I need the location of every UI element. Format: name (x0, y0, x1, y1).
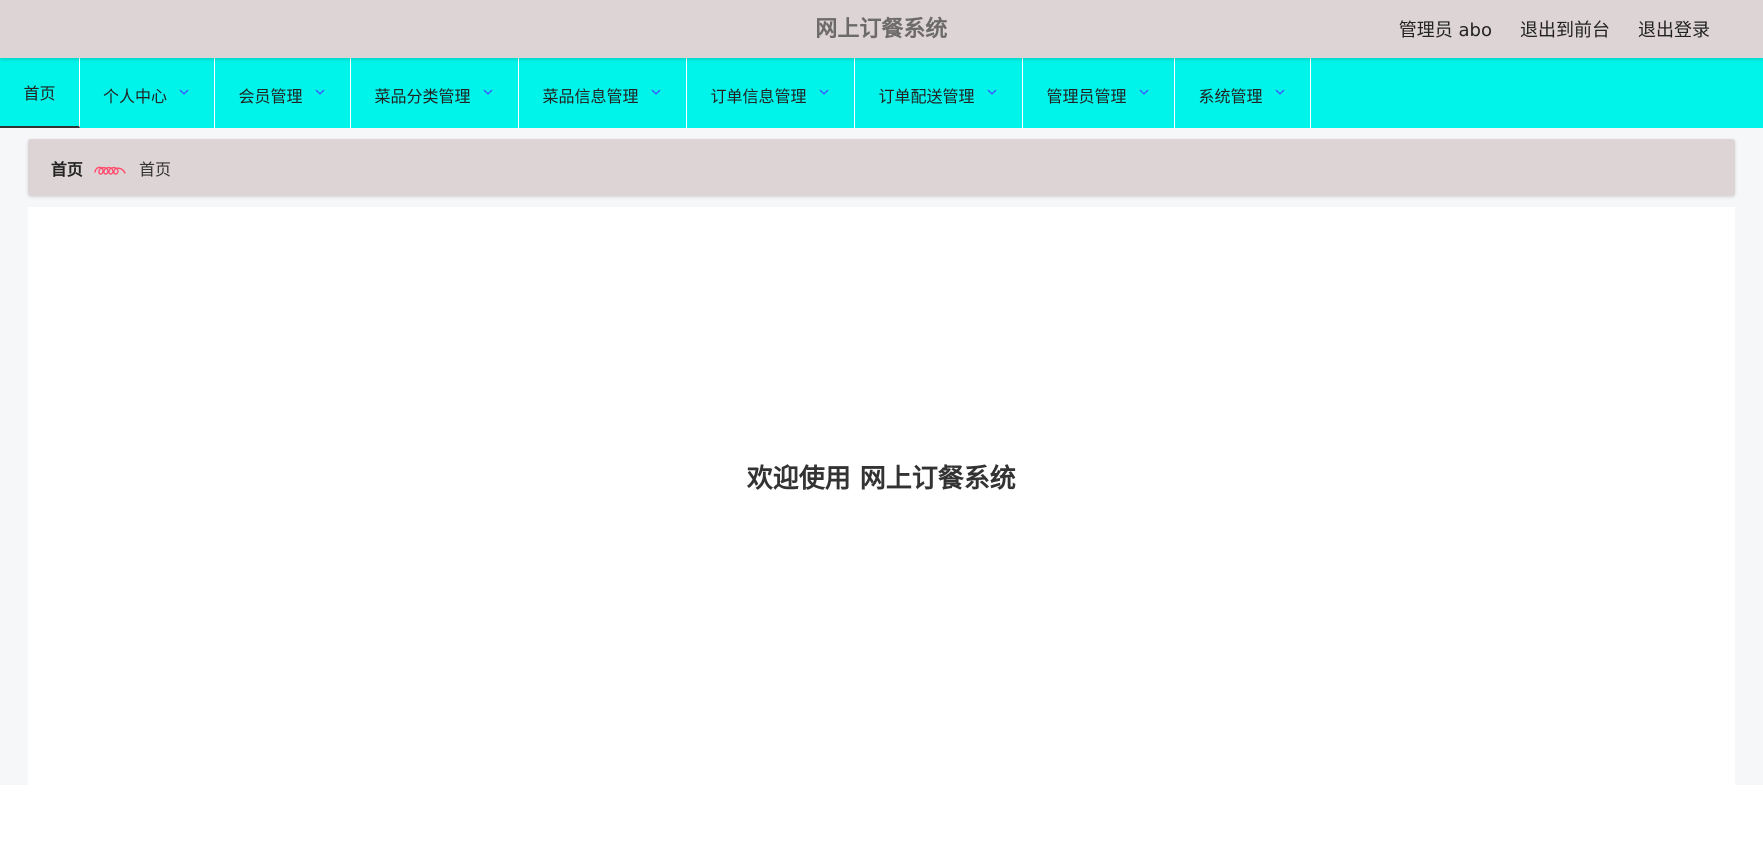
breadcrumb-current: 首页 (139, 159, 172, 179)
breadcrumb: 首页 首页 (28, 139, 1735, 196)
main-nav: 首页 个人中心 会员管理 菜品分类管理 菜品信息管理 订单信息管理 订单配送管理… (0, 58, 1763, 128)
admin-page: 网上订餐系统 管理员 abo 退出到前台 退出登录 首页 个人中心 会员管理 菜… (0, 0, 1763, 844)
nav-item-dish-category-management[interactable]: 菜品分类管理 (351, 58, 519, 128)
nav-item-order-info-management[interactable]: 订单信息管理 (687, 58, 855, 128)
nav-item-label: 订单信息管理 (710, 87, 807, 106)
nav-item-label: 订单配送管理 (878, 87, 975, 106)
nav-item-label: 首页 (23, 84, 56, 103)
current-user-label: 管理员 abo (1398, 20, 1492, 41)
nav-item-order-delivery-management[interactable]: 订单配送管理 (855, 58, 1023, 128)
logout-link[interactable]: 退出登录 (1638, 16, 1710, 42)
nav-item-label: 会员管理 (238, 87, 303, 106)
triple-loop-icon (94, 164, 128, 178)
nav-item-member-management[interactable]: 会员管理 (215, 58, 351, 128)
chevron-down-icon (313, 85, 327, 99)
nav-item-label: 菜品信息管理 (542, 87, 639, 106)
welcome-message: 欢迎使用 网上订餐系统 (746, 463, 1017, 494)
exit-to-front-link[interactable]: 退出到前台 (1520, 16, 1610, 42)
main-panel: 欢迎使用 网上订餐系统 (28, 207, 1735, 785)
breadcrumb-home-link[interactable]: 首页 (51, 156, 83, 180)
header-actions: 管理员 abo 退出到前台 退出登录 (1399, 0, 1710, 58)
nav-item-label: 系统管理 (1198, 87, 1263, 106)
nav-item-home[interactable]: 首页 (0, 58, 80, 128)
chevron-down-icon (1273, 85, 1287, 99)
chevron-down-icon (649, 85, 663, 99)
nav-item-dish-info-management[interactable]: 菜品信息管理 (519, 58, 687, 128)
chevron-down-icon (481, 85, 495, 99)
nav-item-personal-center[interactable]: 个人中心 (80, 58, 215, 128)
chevron-down-icon (1137, 85, 1151, 99)
chevron-down-icon (817, 85, 831, 99)
nav-item-admin-management[interactable]: 管理员管理 (1023, 58, 1175, 128)
chevron-down-icon (985, 85, 999, 99)
top-header: 网上订餐系统 管理员 abo 退出到前台 退出登录 (0, 0, 1763, 58)
nav-item-system-management[interactable]: 系统管理 (1175, 58, 1311, 128)
nav-item-label: 菜品分类管理 (374, 87, 471, 106)
nav-item-label: 管理员管理 (1046, 87, 1127, 106)
chevron-down-icon (177, 85, 191, 99)
nav-item-label: 个人中心 (102, 87, 167, 106)
